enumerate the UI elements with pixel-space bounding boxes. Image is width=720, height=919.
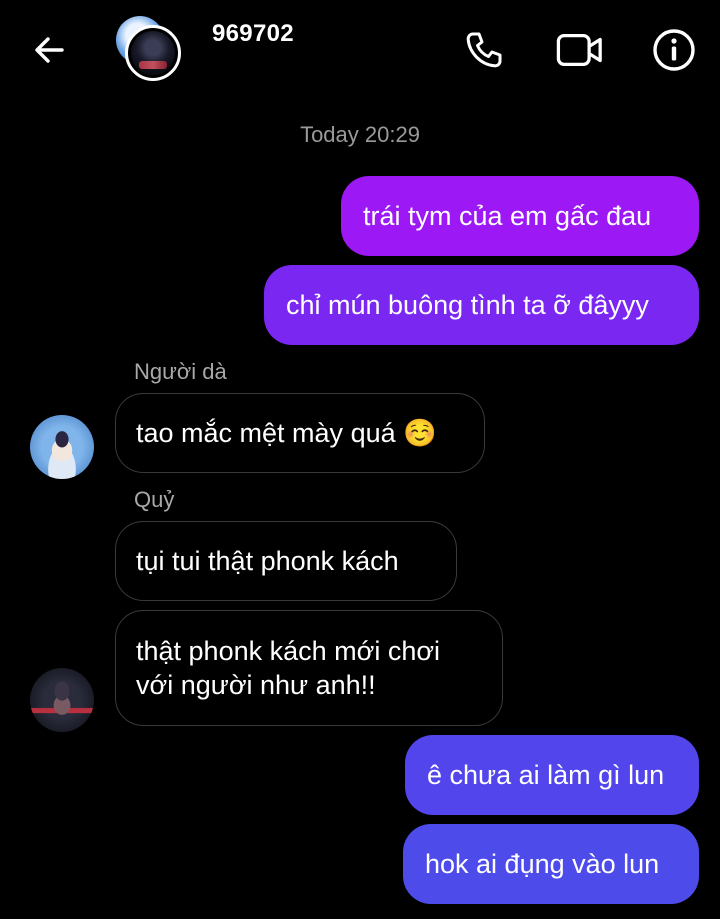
- message-text: tao mắc mệt mày quá ☺️: [136, 418, 437, 448]
- back-arrow-icon: [35, 37, 64, 63]
- sender-avatar[interactable]: [30, 668, 94, 732]
- conversation-info-button[interactable]: [650, 26, 698, 74]
- message-text: chỉ mún buông tình ta ỡ đâyyy: [286, 290, 649, 320]
- message-text: ê chưa ai làm gì lun: [427, 760, 665, 790]
- outgoing-message[interactable]: ê chưa ai làm gì lun: [405, 735, 699, 815]
- video-call-button[interactable]: [556, 26, 604, 74]
- sender-name: Người dà: [134, 359, 227, 384]
- message-text-line: với người như anh!!: [136, 670, 376, 700]
- phone-icon: [466, 32, 502, 68]
- message-text: tụi tui thật phonk kách: [136, 546, 399, 576]
- incoming-message[interactable]: thật phonk kách mới chơi với người như a…: [115, 610, 503, 726]
- group-avatar[interactable]: [112, 12, 188, 88]
- info-icon: [653, 29, 695, 71]
- voice-call-button[interactable]: [460, 26, 508, 74]
- incoming-message[interactable]: tụi tui thật phonk kách: [115, 521, 457, 601]
- message-text: hok ai đụng vào lun: [425, 849, 660, 879]
- sender-avatar[interactable]: [30, 415, 94, 479]
- outgoing-message[interactable]: hok ai đụng vào lun: [403, 824, 699, 904]
- video-camera-icon: [556, 33, 602, 67]
- conversation-timestamp: Today 20:29: [300, 122, 420, 147]
- back-button[interactable]: [28, 28, 72, 72]
- message-text: trái tym của em gấc đau: [363, 201, 652, 231]
- outgoing-message[interactable]: chỉ mún buông tình ta ỡ đâyyy: [264, 265, 699, 345]
- sender-name: Quỷ: [134, 487, 175, 512]
- incoming-message[interactable]: tao mắc mệt mày quá ☺️: [115, 393, 485, 473]
- outgoing-message[interactable]: trái tym của em gấc đau: [341, 176, 699, 256]
- message-text-line: thật phonk kách mới chơi: [136, 636, 441, 666]
- member-avatar-front: [125, 25, 181, 81]
- chat-title[interactable]: 969702: [212, 20, 294, 48]
